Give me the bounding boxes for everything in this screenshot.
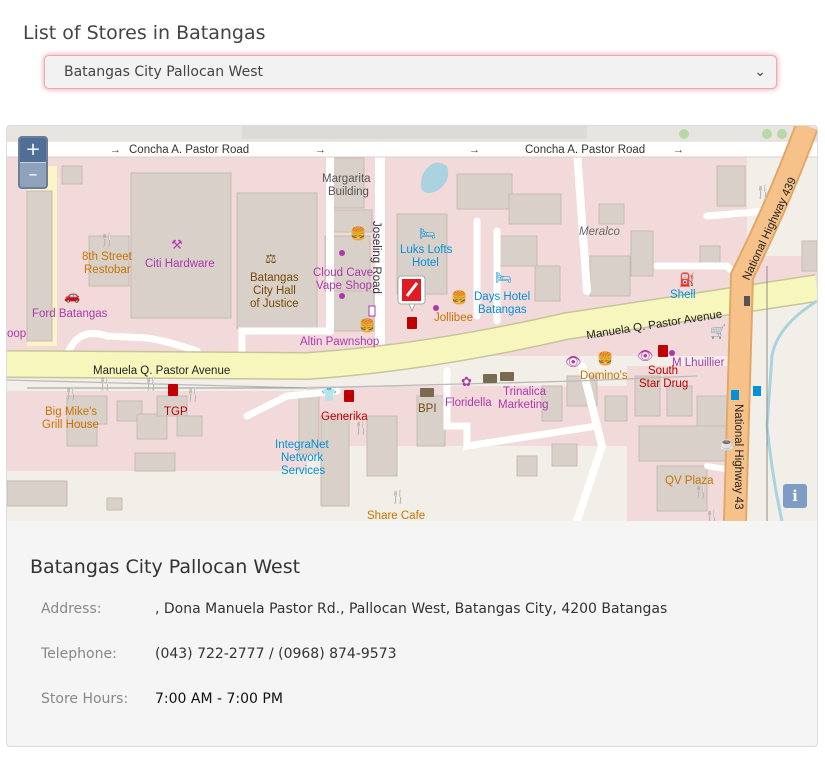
map-label-cloud-1: Cloud Cave: [313, 267, 373, 279]
address-label: Address:: [41, 601, 102, 617]
map-label-8th-1: 8th Street: [82, 251, 133, 263]
map-label-concha-left: Concha A. Pastor Road: [129, 144, 249, 156]
map-label-oop: oop: [7, 328, 26, 340]
map-label-bigmike-1: Big Mike's: [45, 406, 97, 418]
store-select[interactable]: Batangas City Pallocan West ⌄: [44, 55, 777, 89]
address-value: , Dona Manuela Pastor Rd., Pallocan West…: [155, 601, 668, 617]
map-label-qvplaza: QV Plaza: [665, 475, 714, 487]
map-label-luks-1: Luks Lofts: [400, 244, 453, 256]
map-label-tgp: TGP: [164, 406, 188, 418]
map-label-margarita-1: Margarita: [322, 173, 371, 185]
svg-text:🚗: 🚗: [64, 288, 80, 303]
svg-text:🍔: 🍔: [350, 226, 366, 241]
map-label-south-1: South: [648, 365, 678, 377]
svg-text:🍴: 🍴: [755, 184, 771, 200]
map-label-mqp-left: Manuela Q. Pastor Avenue: [93, 365, 230, 377]
map-label-days-2: Batangas: [478, 304, 527, 316]
svg-text:⛽: ⛽: [679, 272, 695, 287]
map-label-meralco: Meralco: [579, 226, 621, 238]
telephone-label: Telephone:: [41, 646, 117, 662]
map-label-bpi: BPI: [418, 403, 437, 415]
map-label-concha-right: Concha A. Pastor Road: [525, 144, 645, 156]
zoom-in-button[interactable]: +: [20, 138, 46, 163]
map-label-integranet-3: Services: [281, 465, 325, 477]
svg-text:🍔: 🍔: [359, 318, 375, 333]
map-label-bigmike-2: Grill House: [42, 419, 99, 431]
telephone-value: (043) 722-2777 / (0968) 874-9573: [155, 646, 397, 662]
map-label-margarita-2: Building: [328, 186, 369, 198]
svg-text:⚒: ⚒: [171, 237, 183, 252]
map-label-integranet-2: Network: [281, 452, 323, 464]
zoom-control: + –: [18, 136, 48, 189]
svg-text:🍴: 🍴: [97, 376, 113, 392]
map-label-hall-1: Batangas: [250, 272, 299, 284]
map-label-hall-2: City Hall: [253, 285, 296, 297]
map-label-sharecafe: Share Cafe: [367, 510, 425, 521]
svg-text:🍴: 🍴: [143, 376, 159, 392]
svg-text:🛏: 🛏: [495, 270, 512, 285]
svg-text:🍴: 🍴: [390, 489, 406, 505]
map-label-south-2: Star Drug: [639, 378, 688, 390]
map-label-jollibee: Jollibee: [434, 312, 473, 324]
page-title: List of Stores in Batangas: [23, 21, 266, 44]
svg-text:🍔: 🍔: [597, 351, 613, 366]
map-label-luks-2: Hotel: [412, 257, 439, 269]
svg-text:✿: ✿: [461, 374, 472, 389]
svg-text:⚖: ⚖: [265, 251, 277, 266]
svg-text:🍴: 🍴: [185, 387, 201, 403]
map-label-hall-3: of Justice: [250, 298, 299, 310]
map-label-ford: Ford Batangas: [32, 308, 108, 320]
svg-text:👕: 👕: [321, 387, 337, 402]
store-card: → → → → 🍴 ⚒ ⚖ 🚗 🛏 🛏 ⛽ 🍴 🍔 🍔 🍔 🍔 🍴 🍴 🍴 🍴 …: [6, 125, 818, 747]
map-label-citi: Citi Hardware: [145, 258, 215, 270]
svg-text:👁: 👁: [565, 354, 582, 369]
svg-text:🍴: 🍴: [63, 386, 79, 402]
map-label-trinalica-1: Trinalica: [503, 386, 547, 398]
svg-text:→: →: [110, 144, 121, 156]
svg-text:🍔: 🍔: [451, 290, 467, 305]
store-select-value: Batangas City Pallocan West: [64, 64, 263, 80]
map-label-shell: Shell: [670, 289, 696, 301]
store-map[interactable]: → → → → 🍴 ⚒ ⚖ 🚗 🛏 🛏 ⛽ 🍴 🍔 🍔 🍔 🍔 🍴 🍴 🍴 🍴 …: [7, 126, 817, 521]
map-label-days-1: Days Hotel: [474, 291, 530, 303]
map-label-trinalica-2: Marketing: [498, 399, 549, 411]
map-canvas: → → → → 🍴 ⚒ ⚖ 🚗 🛏 🛏 ⛽ 🍴 🍔 🍔 🍔 🍔 🍴 🍴 🍴 🍴 …: [7, 126, 817, 521]
svg-text:🍴: 🍴: [99, 232, 115, 248]
svg-text:🛏: 🛏: [419, 226, 436, 241]
map-label-generika: Generika: [321, 411, 368, 423]
svg-text:→: →: [469, 144, 480, 156]
map-label-dominos: Domino's: [580, 370, 628, 382]
chevron-down-icon: ⌄: [754, 64, 766, 80]
map-label-altin: Altin Pawnshop: [300, 336, 379, 348]
svg-text:👁: 👁: [637, 348, 654, 363]
store-name: Batangas City Pallocan West: [30, 556, 301, 578]
map-label-highway-bottom: National Highway 43: [732, 404, 744, 509]
hours-value: 7:00 AM - 7:00 PM: [155, 691, 283, 707]
svg-text:→: →: [673, 144, 684, 156]
map-label-integranet-1: IntegraNet: [275, 439, 330, 451]
map-label-8th-2: Restobar: [84, 264, 131, 276]
map-info-button[interactable]: i: [783, 484, 807, 508]
map-label-floridella: Floridella: [445, 397, 492, 409]
map-label-cloud-2: Vape Shop: [316, 280, 372, 292]
svg-text:🍴: 🍴: [704, 509, 720, 521]
hours-label: Store Hours:: [41, 691, 129, 707]
svg-text:→: →: [315, 144, 326, 156]
map-label-mlhuillier: M Lhuillier: [672, 357, 725, 369]
svg-text:🛒: 🛒: [710, 324, 726, 339]
zoom-out-button[interactable]: –: [20, 163, 46, 187]
